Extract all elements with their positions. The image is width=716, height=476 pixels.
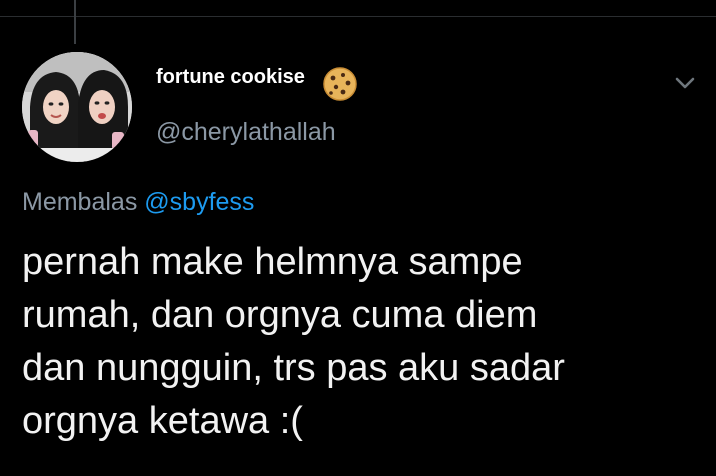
display-name[interactable]: fortune cookise [156,66,305,89]
user-handle[interactable]: @cherylathallah [156,118,336,147]
thread-connector-line [74,0,76,44]
reply-mention-link[interactable]: @sbyfess [144,188,254,216]
tweet-text-line: orgnya ketawa :( [22,400,303,442]
cookie-icon [323,67,357,101]
avatar[interactable] [22,52,132,162]
tweet-text-line: dan nungguin, trs pas aku sadar [22,347,565,389]
avatar-photo [22,52,132,162]
reply-context: Membalas @sbyfess [22,188,254,217]
chevron-down-icon[interactable] [670,68,700,98]
tweet-text-line: rumah, dan orgnya cuma diem [22,294,538,336]
tweet-body: pernah make helmnya sampe rumah, dan org… [22,236,692,448]
reply-prefix: Membalas [22,188,138,216]
top-divider [0,16,716,17]
tweet-text-line: pernah make helmnya sampe [22,241,523,283]
